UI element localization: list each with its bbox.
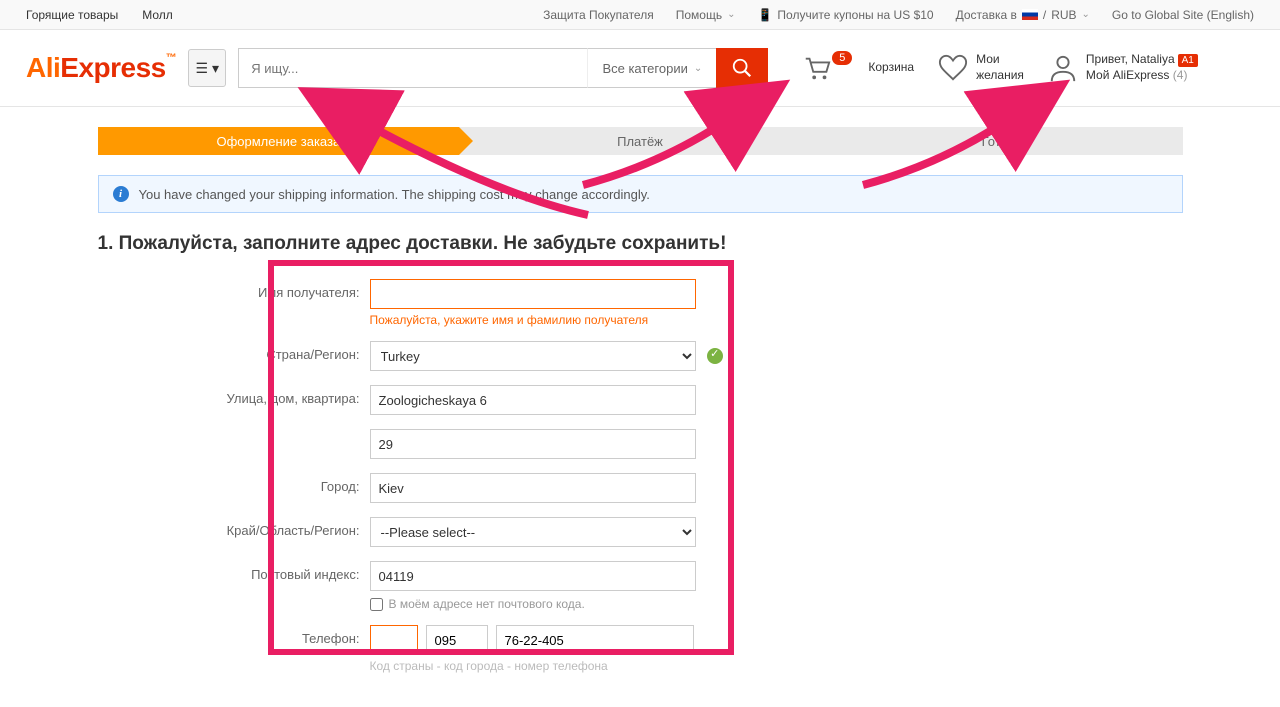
account-button[interactable]: Привет, NataliyaA1 Мой AliExpress (4) [1048, 52, 1198, 83]
country-label: Страна/Регион: [98, 341, 370, 362]
city-input[interactable] [370, 473, 696, 503]
top-bar: Горящие товары Молл Защита Покупателя По… [0, 0, 1280, 30]
wishlist-button[interactable]: Моижелания [938, 52, 1024, 83]
check-icon [707, 348, 723, 364]
chevron-down-icon: ⌄ [694, 63, 702, 74]
cart-icon [802, 53, 832, 83]
city-label: Город: [98, 473, 370, 494]
cart-label: Корзина [868, 60, 914, 76]
phone-label: Телефон: [98, 625, 370, 646]
search-button[interactable] [716, 48, 768, 88]
coupons-link[interactable]: 📱 Получите купоны на US $10 [757, 8, 933, 22]
page-title: 1. Пожалуйста, заполните адрес доставки.… [98, 233, 1183, 255]
name-label: Имя получателя: [98, 279, 370, 300]
heart-icon [938, 53, 968, 83]
zip-input[interactable] [370, 561, 696, 591]
mall-link[interactable]: Молл [142, 8, 173, 22]
ship-to-dropdown[interactable]: Доставка в / RUB ⌄ [956, 8, 1090, 22]
info-message: i You have changed your shipping informa… [98, 175, 1183, 213]
step-payment: Платёж [459, 127, 821, 155]
hot-products-link[interactable]: Горящие товары [26, 8, 118, 22]
global-site-link[interactable]: Go to Global Site (English) [1112, 8, 1254, 22]
cart-count-badge: 5 [832, 51, 852, 65]
user-icon [1048, 53, 1078, 83]
street2-input[interactable] [370, 429, 696, 459]
country-select[interactable]: Turkey [370, 341, 696, 371]
search-icon [731, 57, 753, 79]
step-done: Готово [821, 127, 1183, 155]
flag-ru-icon [1022, 9, 1038, 20]
step-checkout: Оформление заказа [98, 127, 460, 155]
phone-area-code-input[interactable] [426, 625, 488, 655]
help-dropdown[interactable]: Помощь ⌄ [676, 8, 736, 22]
recipient-name-input[interactable] [370, 279, 696, 309]
search-input[interactable] [238, 48, 587, 88]
phone-hint: Код страны - код города - номер телефона [370, 659, 1183, 673]
main-container: Оформление заказа Платёж Готово i You ha… [98, 107, 1183, 707]
no-postal-label: В моём адресе нет почтового кода. [389, 597, 585, 611]
phone-number-input[interactable] [496, 625, 694, 655]
search-category-dropdown[interactable]: Все категории ⌄ [587, 48, 716, 88]
chevron-down-icon: ⌄ [1082, 9, 1090, 20]
buyer-protection-link[interactable]: Защита Покупателя [543, 8, 654, 22]
street-label: Улица, дом, квартира: [98, 385, 370, 406]
name-error-message: Пожалуйста, укажите имя и фамилию получа… [370, 313, 1183, 327]
region-select[interactable]: --Please select-- [370, 517, 696, 547]
categories-menu-button[interactable]: ☰ ▾ [188, 49, 226, 87]
region-label: Край/Область/Регион: [98, 517, 370, 538]
header: AliExpress™ ☰ ▾ Все категории ⌄ 5 Корзин… [0, 30, 1280, 107]
cart-button[interactable]: 5 Корзина [802, 53, 914, 83]
a1-badge: A1 [1178, 54, 1198, 67]
phone-country-code-input[interactable] [370, 625, 418, 655]
logo[interactable]: AliExpress™ [26, 52, 176, 84]
info-icon: i [113, 186, 129, 202]
checkout-progress: Оформление заказа Платёж Готово [98, 127, 1183, 155]
zip-label: Почтовый индекс: [98, 561, 370, 582]
no-postal-checkbox[interactable] [370, 598, 383, 611]
street1-input[interactable] [370, 385, 696, 415]
chevron-down-icon: ⌄ [727, 9, 735, 20]
